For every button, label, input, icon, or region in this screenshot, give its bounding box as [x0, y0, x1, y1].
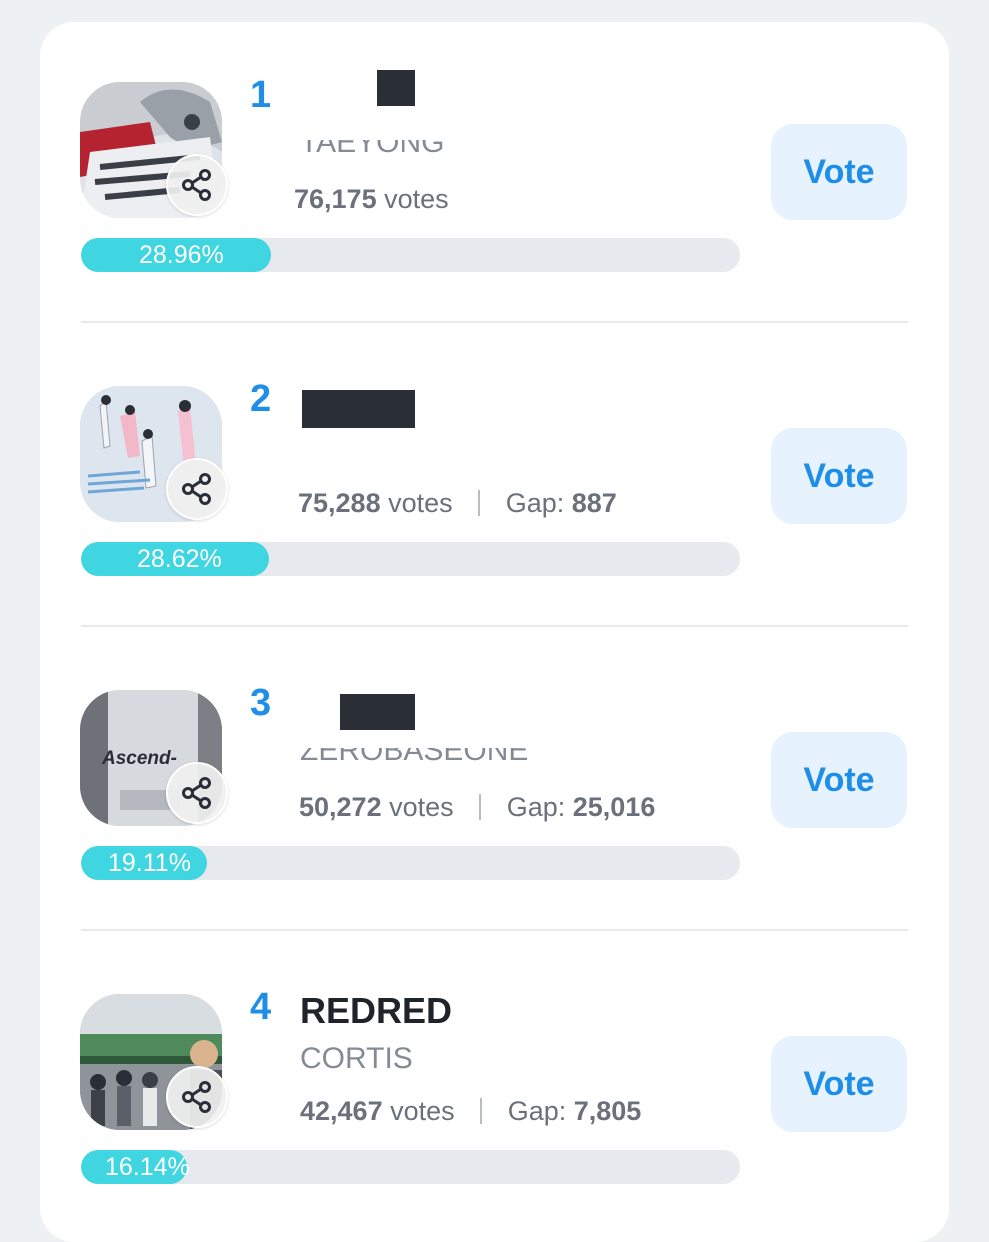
vote-stats: 42,467 votes Gap: 7,805: [300, 1096, 641, 1127]
list-item: Ascend- 3 ZEROBASEONE 50,272 votes Gap: …: [40, 630, 949, 934]
percent-label: 28.96%: [139, 241, 224, 269]
vote-count: 50,272: [299, 792, 382, 822]
redaction-box: [377, 70, 415, 106]
artist-name: CORTIS: [300, 1042, 413, 1075]
stats-separator: [478, 490, 481, 516]
gap-label: Gap:: [507, 1096, 567, 1126]
progress-bar: 28.62%: [81, 542, 740, 576]
redaction-box: [302, 390, 415, 428]
vote-stats: 50,272 votes Gap: 25,016: [299, 792, 655, 823]
rank-number: 1: [250, 74, 272, 116]
artist-name: ZEROBASEONE: [300, 748, 529, 767]
votes-suffix: votes: [388, 488, 453, 518]
gap-value: 25,016: [572, 792, 656, 822]
votes-suffix: votes: [390, 1096, 455, 1126]
gap-label: Gap:: [506, 792, 566, 822]
share-button[interactable]: [166, 1066, 228, 1128]
divider: [81, 929, 908, 931]
list-item: 2 75,288 votes Gap: 887 Vote 28.62%: [40, 326, 949, 630]
vote-button[interactable]: Vote: [771, 732, 907, 828]
vote-button[interactable]: Vote: [771, 124, 907, 220]
gap-value: 887: [571, 488, 617, 518]
vote-stats: 76,175 votes: [294, 184, 449, 215]
share-icon: [182, 1081, 211, 1113]
vote-count: 75,288: [298, 488, 381, 518]
divider: [81, 321, 908, 323]
share-icon: [182, 473, 211, 505]
progress-bar: 16.14%: [81, 1150, 740, 1184]
list-item: 4 REDRED CORTIS 42,467 votes Gap: 7,805 …: [40, 934, 949, 1238]
vote-button[interactable]: Vote: [771, 1036, 907, 1132]
gap-value: 7,805: [573, 1096, 642, 1126]
progress-bar: 19.11%: [81, 846, 740, 880]
rank-number: 2: [250, 378, 272, 420]
vote-stats: 75,288 votes Gap: 887: [298, 488, 617, 519]
divider: [81, 625, 908, 627]
rank-number: 4: [250, 986, 272, 1028]
share-button[interactable]: [166, 458, 228, 520]
progress-bar: 28.96%: [81, 238, 740, 272]
share-icon: [182, 777, 211, 809]
votes-suffix: votes: [389, 792, 454, 822]
share-button[interactable]: [166, 154, 228, 216]
svg-text:Ascend-: Ascend-: [101, 748, 177, 769]
percent-label: 19.11%: [108, 849, 191, 877]
artist-name: TAEYONG: [300, 140, 445, 159]
redaction-box: [340, 694, 415, 730]
votes-suffix: votes: [384, 184, 449, 214]
vote-button[interactable]: Vote: [771, 428, 907, 524]
list-item: 1 TAEYONG 76,175 votes Vote 28.96%: [40, 22, 949, 326]
percent-label: 16.14%: [105, 1153, 190, 1181]
stats-separator: [480, 1098, 483, 1124]
share-button[interactable]: [166, 762, 228, 824]
ranking-card: 1 TAEYONG 76,175 votes Vote 28.96% 2 75,…: [40, 22, 949, 1242]
gap-label: Gap:: [505, 488, 565, 518]
vote-count: 76,175: [294, 184, 377, 214]
vote-count: 42,467: [300, 1096, 383, 1126]
stats-separator: [479, 794, 482, 820]
share-icon: [182, 169, 211, 201]
percent-label: 28.62%: [137, 545, 222, 573]
rank-number: 3: [250, 682, 272, 724]
song-title: REDRED: [300, 990, 453, 1031]
